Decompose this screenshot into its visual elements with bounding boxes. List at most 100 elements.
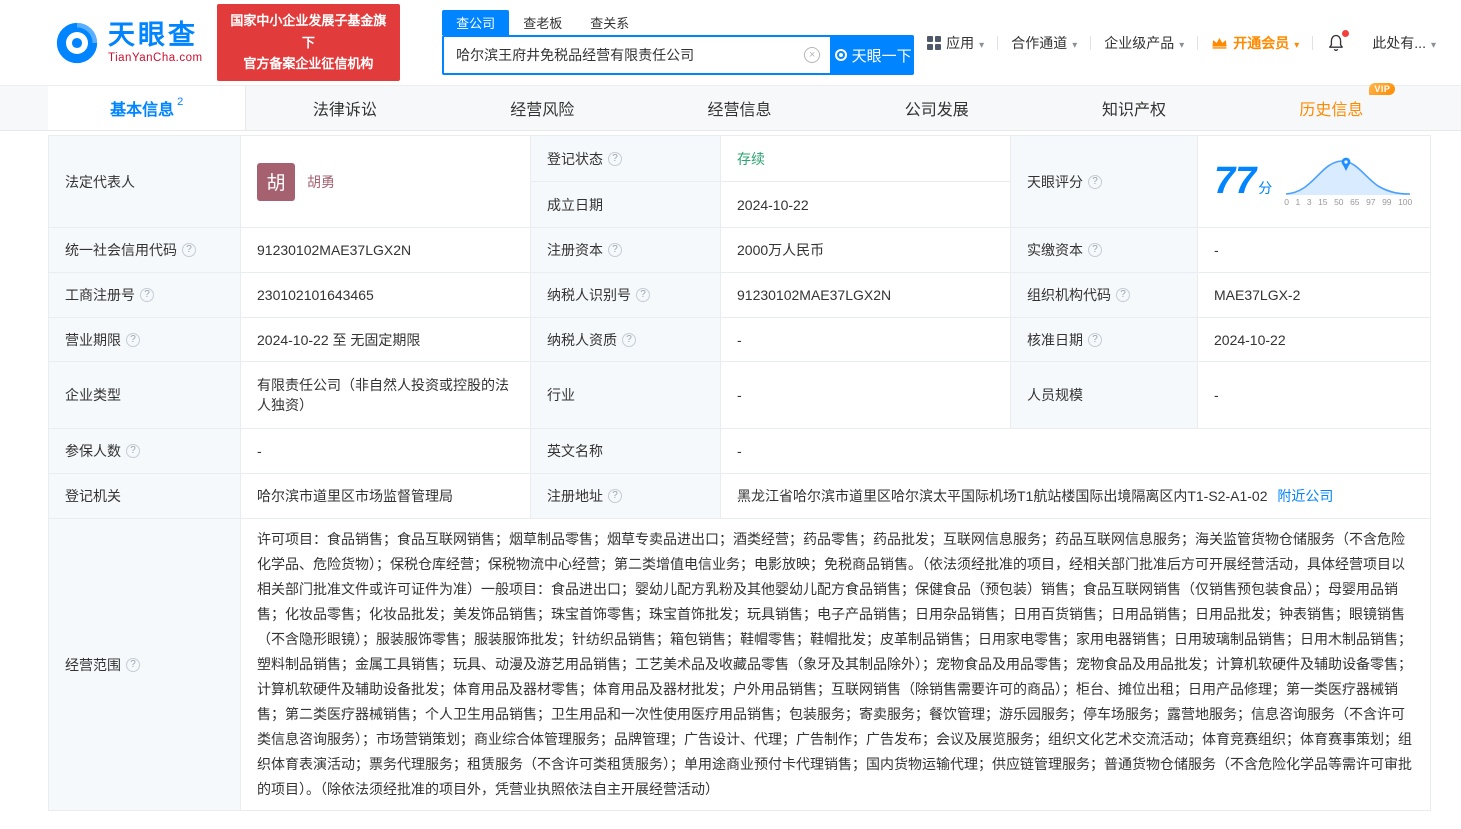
help-icon[interactable] <box>126 658 140 672</box>
tab-company-development[interactable]: 公司发展 <box>838 86 1035 130</box>
chevron-down-icon <box>1072 35 1077 51</box>
label-legal-representative: 法定代表人 <box>65 172 135 192</box>
staff-size-value: - <box>1214 387 1219 403</box>
help-icon[interactable] <box>1088 243 1102 257</box>
help-icon[interactable] <box>636 288 650 302</box>
registration-status-value: 存续 <box>737 151 765 167</box>
nav-notifications[interactable] <box>1313 33 1359 53</box>
score-value: 77 <box>1214 160 1256 202</box>
basic-info-table: 法定代表人 胡 胡勇 登记状态 存续 天眼评分 77分 <box>48 135 1431 811</box>
label-company-type: 企业类型 <box>65 385 121 405</box>
gov-badge-line1: 国家中小企业发展子基金旗下 <box>229 10 389 53</box>
company-type-value: 有限责任公司（非自然人投资或控股的法人独资） <box>257 377 509 413</box>
industry-value: - <box>737 387 742 403</box>
top-navigation: 应用 合作通道 企业级产品 开通会员 <box>914 33 1461 53</box>
label-insured-count: 参保人数 <box>65 441 121 461</box>
top-header: 天眼查 TianYanCha.com 国家中小企业发展子基金旗下 官方备案企业征… <box>0 0 1461 85</box>
help-icon[interactable] <box>608 243 622 257</box>
clear-search-icon[interactable] <box>804 47 820 63</box>
label-tianyan-score: 天眼评分 <box>1027 172 1083 192</box>
help-icon[interactable] <box>126 444 140 458</box>
tab-intellectual-property[interactable]: 知识产权 <box>1035 86 1232 130</box>
org-code-value: MAE37LGX-2 <box>1214 287 1300 303</box>
chevron-down-icon <box>1179 35 1184 51</box>
business-scope-value: 许可项目：食品销售；食品互联网销售；烟草制品零售；烟草专卖品进出口；酒类经营；药… <box>257 527 1414 802</box>
insured-count-value: - <box>257 443 262 459</box>
search-button-label: 天眼一下 <box>852 45 912 66</box>
tab-development-label: 公司发展 <box>905 96 969 120</box>
english-name-value: - <box>737 443 742 459</box>
logo-title: 天眼查 <box>108 21 203 51</box>
approval-date-value: 2024-10-22 <box>1214 332 1286 348</box>
search-tab-company[interactable]: 查公司 <box>442 10 509 35</box>
nav-vip-label: 开通会员 <box>1233 33 1289 53</box>
nav-cooperation-label: 合作通道 <box>1011 33 1067 53</box>
nav-cooperation[interactable]: 合作通道 <box>998 33 1090 53</box>
registered-address-value: 黑龙江省哈尔滨市道里区哈尔滨太平国际机场T1航站楼国际出境隔离区内T1-S2-A… <box>737 488 1267 504</box>
credit-code-value: 91230102MAE37LGX2N <box>257 242 411 258</box>
label-taxpayer-quality: 纳税人资质 <box>547 330 617 350</box>
help-icon[interactable] <box>608 152 622 166</box>
search-area: 查公司 查老板 查关系 天眼一下 <box>442 10 914 75</box>
help-icon[interactable] <box>1088 333 1102 347</box>
search-tab-relation[interactable]: 查关系 <box>576 10 643 35</box>
help-icon[interactable] <box>622 333 636 347</box>
nav-enterprise-products[interactable]: 企业级产品 <box>1091 33 1197 53</box>
label-establishment-date: 成立日期 <box>547 195 603 215</box>
gov-certification-badge: 国家中小企业发展子基金旗下 官方备案企业征信机构 <box>217 4 401 80</box>
label-credit-code: 统一社会信用代码 <box>65 240 177 260</box>
tianyancha-logo[interactable]: 天眼查 TianYanCha.com <box>55 21 203 65</box>
search-input[interactable] <box>444 47 804 63</box>
registration-authority-value: 哈尔滨市道里区市场监督管理局 <box>257 488 453 504</box>
label-registration-authority: 登记机关 <box>65 486 121 506</box>
label-registered-address: 注册地址 <box>547 486 603 506</box>
legal-rep-name-link[interactable]: 胡勇 <box>307 172 335 192</box>
help-icon[interactable] <box>608 489 622 503</box>
help-icon[interactable] <box>140 288 154 302</box>
tab-history-info[interactable]: 历史信息 VIP <box>1233 86 1430 130</box>
search-box <box>442 35 832 75</box>
tab-history-label: 历史信息 <box>1299 102 1363 119</box>
label-registration-number: 工商注册号 <box>65 285 135 305</box>
help-icon[interactable] <box>182 243 196 257</box>
nav-vip-membership[interactable]: 开通会员 <box>1198 33 1312 53</box>
nav-enterprise-label: 企业级产品 <box>1104 33 1174 53</box>
nav-account[interactable]: 此处有... <box>1359 33 1449 53</box>
label-english-name: 英文名称 <box>547 441 603 461</box>
search-row: 天眼一下 <box>442 35 914 75</box>
tab-risk-label: 经营风险 <box>510 96 574 120</box>
tab-basic-info[interactable]: 基本信息 2 <box>48 86 246 130</box>
vip-badge: VIP <box>1369 83 1395 95</box>
chevron-down-icon <box>979 35 984 51</box>
gov-badge-line2: 官方备案企业征信机构 <box>229 53 389 74</box>
search-tab-boss[interactable]: 查老板 <box>509 10 576 35</box>
tab-ip-label: 知识产权 <box>1102 96 1166 120</box>
tab-operation-label: 经营信息 <box>707 96 771 120</box>
company-section-tabs: 基本信息 2 法律诉讼 经营风险 经营信息 公司发展 知识产权 历史信息 VIP <box>0 85 1461 131</box>
label-registered-capital: 注册资本 <box>547 240 603 260</box>
nearby-companies-link[interactable]: 附近公司 <box>1277 488 1333 504</box>
help-icon[interactable] <box>1116 288 1130 302</box>
tab-operation-info[interactable]: 经营信息 <box>641 86 838 130</box>
search-button[interactable]: 天眼一下 <box>832 35 914 75</box>
tab-legal-proceedings[interactable]: 法律诉讼 <box>246 86 443 130</box>
tab-operation-risk[interactable]: 经营风险 <box>444 86 641 130</box>
apps-grid-icon <box>927 36 941 50</box>
chevron-down-icon <box>1294 35 1299 51</box>
score-axis-labels: 0131550659799100 <box>1284 197 1412 207</box>
tianyan-score[interactable]: 77分 0131550659799100 <box>1214 156 1414 207</box>
help-icon[interactable] <box>1088 175 1102 189</box>
label-approval-date: 核准日期 <box>1027 330 1083 350</box>
label-registration-status: 登记状态 <box>547 149 603 169</box>
business-term-value: 2024-10-22 至 无固定期限 <box>257 332 420 348</box>
registered-capital-value: 2000万人民币 <box>737 242 824 258</box>
chevron-down-icon <box>1431 35 1436 51</box>
legal-rep-avatar[interactable]: 胡 <box>257 163 295 201</box>
registration-number-value: 230102101643465 <box>257 287 374 303</box>
taxpayer-quality-value: - <box>737 332 742 348</box>
label-industry: 行业 <box>547 385 575 405</box>
help-icon[interactable] <box>126 333 140 347</box>
label-paid-capital: 实缴资本 <box>1027 240 1083 260</box>
tab-legal-label: 法律诉讼 <box>313 96 377 120</box>
nav-apps[interactable]: 应用 <box>914 33 997 53</box>
